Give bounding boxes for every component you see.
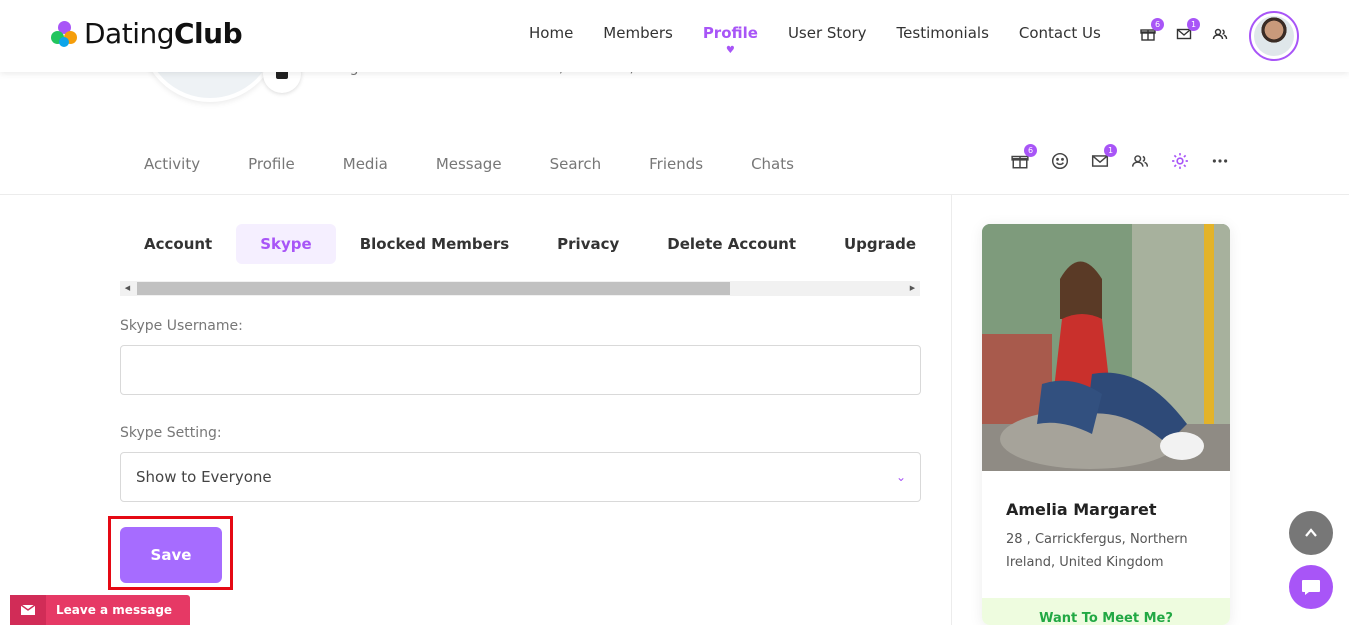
- tab-search[interactable]: Search: [550, 155, 602, 173]
- nav-user-story[interactable]: User Story: [788, 24, 867, 42]
- mail-badge: 1: [1104, 144, 1117, 157]
- smile-icon[interactable]: [1051, 152, 1069, 170]
- member-photo[interactable]: [982, 224, 1230, 471]
- settings-tab-blocked-members[interactable]: Blocked Members: [336, 224, 533, 264]
- skype-setting-value: Show to Everyone: [136, 468, 272, 486]
- gift-icon[interactable]: 6: [1011, 144, 1037, 170]
- nav-contact-us[interactable]: Contact Us: [1019, 24, 1101, 42]
- users-icon[interactable]: [1131, 152, 1149, 170]
- leave-message-label: Leave a message: [56, 603, 173, 617]
- nav-profile[interactable]: Profile: [703, 24, 758, 42]
- tab-message[interactable]: Message: [436, 155, 502, 173]
- save-button[interactable]: Save: [120, 527, 222, 583]
- envelope-icon: [10, 595, 46, 625]
- skype-setting-label: Skype Setting:: [120, 425, 222, 441]
- logo-text: DatingClub: [84, 17, 243, 50]
- site-header: DatingClub Home Members Profile User Sto…: [0, 0, 1349, 72]
- more-icon[interactable]: [1211, 152, 1229, 170]
- tabs-scrollbar[interactable]: ◀ ▶: [120, 281, 920, 296]
- nav-testimonials[interactable]: Testimonials: [897, 24, 989, 42]
- gear-icon[interactable]: [1171, 152, 1189, 170]
- tab-activity[interactable]: Activity: [144, 155, 200, 173]
- scroll-top-button[interactable]: [1289, 511, 1333, 555]
- header-icons: 6 1: [1140, 18, 1228, 42]
- mail-icon[interactable]: 1: [1091, 144, 1117, 170]
- gift-icon[interactable]: 6: [1140, 18, 1164, 42]
- leave-message-widget[interactable]: Leave a message: [10, 595, 190, 625]
- site-logo[interactable]: DatingClub: [50, 17, 243, 50]
- settings-tab-skype[interactable]: Skype: [236, 224, 336, 264]
- skype-setting-select[interactable]: Show to Everyone ⌄: [120, 452, 921, 502]
- scroll-left-icon[interactable]: ◀: [120, 281, 135, 296]
- tabs-divider: [0, 194, 1349, 195]
- logo-mark-icon: [50, 19, 78, 49]
- sidebar-divider: [951, 195, 952, 625]
- nav-members[interactable]: Members: [603, 24, 673, 42]
- chat-button[interactable]: [1289, 565, 1333, 609]
- mail-icon[interactable]: 1: [1176, 18, 1200, 42]
- nav-home[interactable]: Home: [529, 24, 573, 42]
- settings-tab-privacy[interactable]: Privacy: [533, 224, 643, 264]
- want-to-meet-button[interactable]: Want To Meet Me?: [982, 598, 1230, 625]
- chat-bubble-icon: [1302, 580, 1320, 595]
- member-card[interactable]: Amelia Margaret 28 , Carrickfergus, Nort…: [982, 224, 1230, 625]
- settings-tab-account[interactable]: Account: [120, 224, 236, 264]
- chevron-down-icon: ⌄: [895, 470, 906, 484]
- member-name[interactable]: Amelia Margaret: [1006, 500, 1157, 519]
- gift-badge: 6: [1151, 18, 1164, 31]
- settings-tabs: Account Skype Blocked Members Privacy De…: [120, 224, 920, 264]
- settings-tab-upgrade-account[interactable]: Upgrade Account: [820, 224, 920, 264]
- tab-friends[interactable]: Friends: [649, 155, 703, 173]
- mail-badge: 1: [1187, 18, 1200, 31]
- main-nav: Home Members Profile User Story Testimon…: [529, 24, 1101, 42]
- profile-tabs: Activity Profile Media Message Search Fr…: [144, 155, 794, 173]
- user-avatar[interactable]: [1249, 11, 1299, 61]
- settings-tab-delete-account[interactable]: Delete Account: [643, 224, 820, 264]
- member-location: 28 , Carrickfergus, Northern Ireland, Un…: [1006, 532, 1188, 570]
- tab-profile[interactable]: Profile: [248, 155, 295, 173]
- skype-username-input[interactable]: [120, 345, 921, 395]
- chevron-up-icon: [1305, 528, 1317, 537]
- tab-chats[interactable]: Chats: [751, 155, 794, 173]
- tab-media[interactable]: Media: [343, 155, 388, 173]
- scrollbar-thumb[interactable]: [137, 282, 730, 295]
- users-icon[interactable]: [1212, 26, 1228, 42]
- gift-badge: 6: [1024, 144, 1037, 157]
- profile-action-icons: 6 1: [1011, 144, 1229, 170]
- skype-username-label: Skype Username:: [120, 318, 243, 334]
- scroll-right-icon[interactable]: ▶: [905, 281, 920, 296]
